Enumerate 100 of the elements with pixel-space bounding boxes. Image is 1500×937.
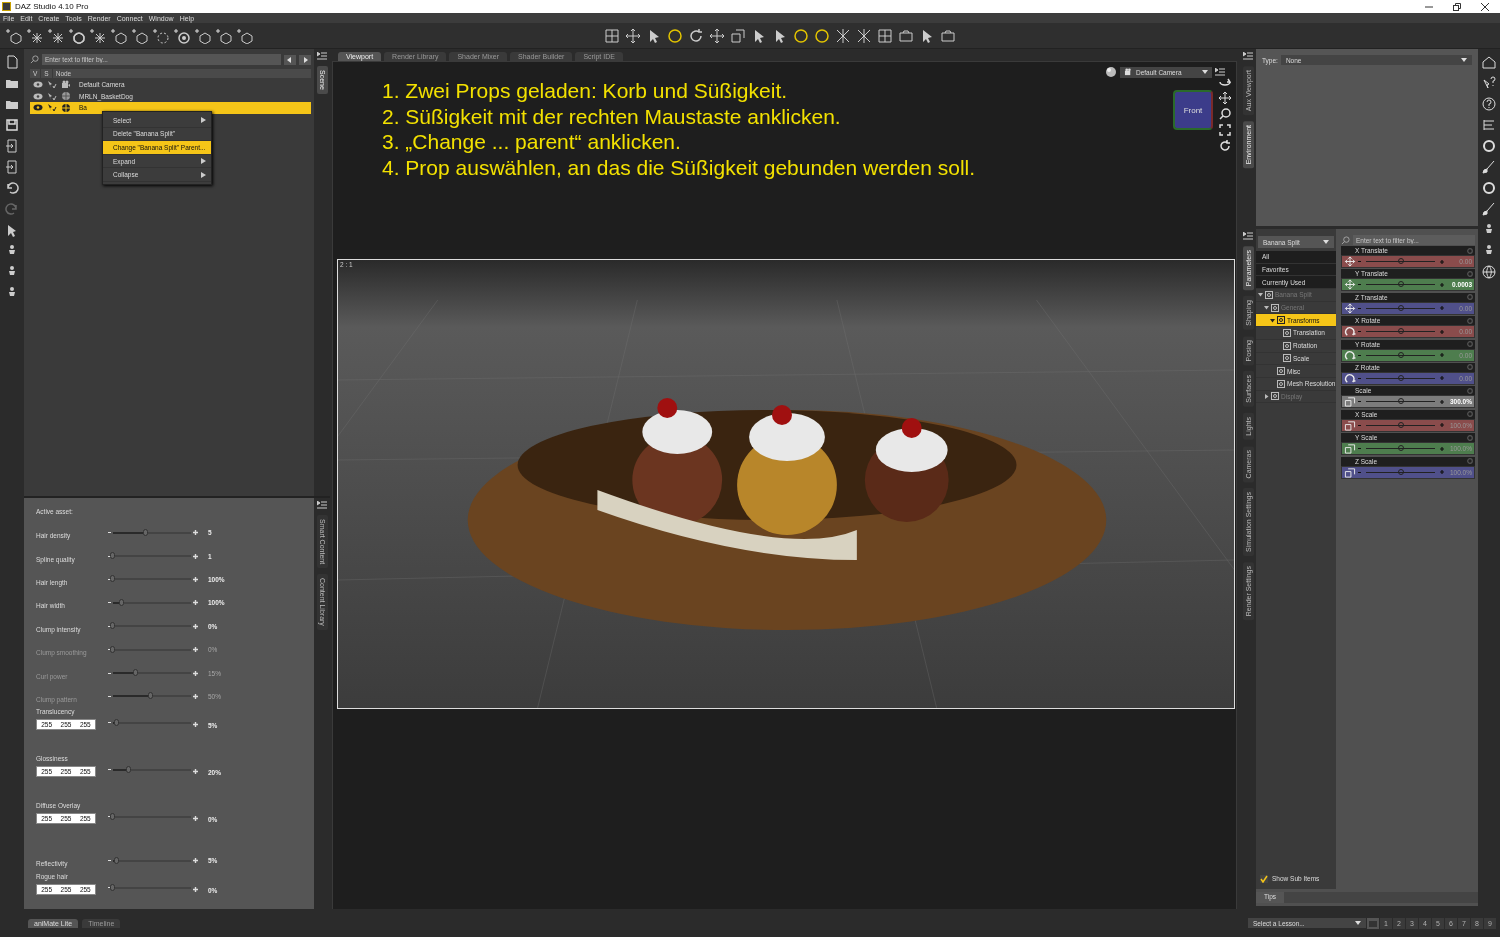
sparkle-icon[interactable] [856, 27, 872, 44]
ring-icon[interactable] [153, 27, 169, 44]
slider-thumb[interactable] [110, 622, 115, 630]
view-cube[interactable]: Front [1173, 90, 1213, 130]
panel-menu-icon[interactable] [1215, 68, 1225, 76]
window-title: DAZ Studio 4.10 Pro [15, 2, 90, 11]
translate-icon [1344, 279, 1356, 291]
slider-thumb[interactable] [113, 719, 119, 727]
close-icon[interactable] [1480, 1, 1490, 12]
panel-menu-icon[interactable] [317, 501, 327, 509]
eye-icon[interactable] [33, 81, 43, 89]
list-icon[interactable] [1482, 118, 1496, 132]
save-icon[interactable] [5, 118, 19, 132]
sphere-icon[interactable] [1482, 181, 1496, 195]
slider-thumb[interactable] [113, 856, 119, 864]
slider-thumb[interactable] [110, 552, 115, 560]
sphere-icon[interactable] [1105, 66, 1117, 78]
minus-icon[interactable] [1358, 401, 1361, 403]
translate-icon [1344, 256, 1356, 267]
plus-icon[interactable] [1440, 446, 1444, 451]
grid-icon[interactable] [877, 27, 893, 44]
minus-icon[interactable] [1358, 354, 1361, 356]
plus-icon[interactable] [1440, 329, 1444, 334]
pointer-check-icon[interactable] [47, 91, 57, 101]
pointer-check-icon[interactable] [47, 80, 57, 90]
minus-icon[interactable] [108, 695, 111, 697]
panel-menu-icon[interactable] [317, 52, 327, 60]
slider-track[interactable] [113, 531, 191, 534]
help-icon[interactable] [1482, 97, 1496, 111]
minus-icon[interactable] [108, 769, 111, 771]
plus-icon[interactable] [1440, 423, 1444, 428]
eye-icon[interactable] [33, 92, 43, 100]
panel-menu-icon[interactable] [1243, 52, 1253, 60]
brush-icon[interactable] [1482, 202, 1496, 216]
frame-icon[interactable] [1219, 124, 1231, 136]
minus-icon[interactable] [108, 649, 111, 651]
cube-plus-icon[interactable] [195, 27, 211, 44]
slider-thumb[interactable] [142, 528, 148, 536]
sparkle-icon[interactable] [48, 27, 64, 44]
plus-icon[interactable] [1440, 353, 1444, 358]
sparkle-icon[interactable] [27, 27, 43, 44]
expand-arrow-icon[interactable] [1258, 292, 1263, 298]
pointer-check-icon[interactable] [47, 103, 57, 113]
slider-thumb[interactable] [110, 575, 115, 583]
expand-arrow-icon[interactable] [1264, 393, 1269, 399]
minus-icon[interactable] [108, 578, 111, 580]
minus-icon[interactable] [1358, 284, 1361, 286]
home-icon[interactable] [1482, 55, 1496, 69]
minus-icon[interactable] [108, 625, 111, 627]
slider-thumb[interactable] [110, 883, 115, 891]
eye-icon[interactable] [33, 104, 43, 112]
minus-icon[interactable] [108, 532, 111, 534]
undo-icon[interactable] [5, 181, 19, 195]
minus-icon[interactable] [108, 555, 111, 557]
move-icon[interactable] [625, 27, 641, 44]
cube-plus-icon[interactable] [237, 27, 253, 44]
slider-thumb[interactable] [118, 598, 124, 606]
export-icon[interactable] [5, 160, 19, 174]
grid-icon[interactable] [604, 27, 620, 44]
help-pointer-icon[interactable] [1482, 76, 1496, 90]
restore-icon[interactable] [1452, 1, 1462, 12]
document-icon[interactable] [5, 55, 19, 69]
slider-thumb[interactable] [125, 766, 131, 774]
globe-icon[interactable] [1482, 265, 1496, 279]
move-icon[interactable] [1219, 92, 1231, 104]
import-icon[interactable] [5, 139, 19, 153]
orbit-icon[interactable] [1219, 76, 1231, 88]
slider-thumb[interactable] [110, 813, 115, 821]
plus-icon[interactable] [1440, 399, 1444, 404]
cube-plus-icon[interactable] [132, 27, 148, 44]
minus-icon[interactable] [108, 602, 111, 604]
minus-icon[interactable] [1358, 448, 1361, 450]
sphere-icon[interactable] [814, 27, 830, 44]
instruction-text: 3. „Change ... parent“ anklicken. [382, 129, 682, 155]
camera-icon[interactable] [898, 27, 914, 44]
sphere-icon[interactable] [69, 27, 85, 44]
minus-icon[interactable] [108, 886, 111, 888]
cube-plus-icon[interactable] [216, 27, 232, 44]
sparkle-icon[interactable] [835, 27, 851, 44]
cube-plus-icon[interactable] [111, 27, 127, 44]
camera-icon[interactable] [940, 27, 956, 44]
move-icon[interactable] [709, 27, 725, 44]
rotate-icon[interactable] [688, 27, 704, 44]
brush-icon[interactable] [1482, 160, 1496, 174]
minus-icon[interactable] [108, 816, 111, 818]
redo-icon[interactable] [5, 202, 19, 216]
plus-icon[interactable] [1440, 259, 1444, 264]
minus-icon[interactable] [108, 672, 111, 674]
reset-icon[interactable] [1219, 140, 1231, 152]
search-icon [1341, 235, 1350, 245]
minus-icon[interactable] [108, 860, 111, 862]
sphere-icon[interactable] [793, 27, 809, 44]
plus-icon[interactable] [1440, 282, 1444, 287]
sparkle-icon[interactable] [90, 27, 106, 44]
zoom-icon[interactable] [1219, 108, 1231, 120]
minus-icon[interactable] [108, 722, 111, 724]
slider-track[interactable] [113, 695, 191, 698]
panel-menu-icon[interactable] [1243, 232, 1253, 240]
scale-icon[interactable] [730, 27, 746, 44]
cube-plus-icon[interactable] [6, 27, 22, 44]
